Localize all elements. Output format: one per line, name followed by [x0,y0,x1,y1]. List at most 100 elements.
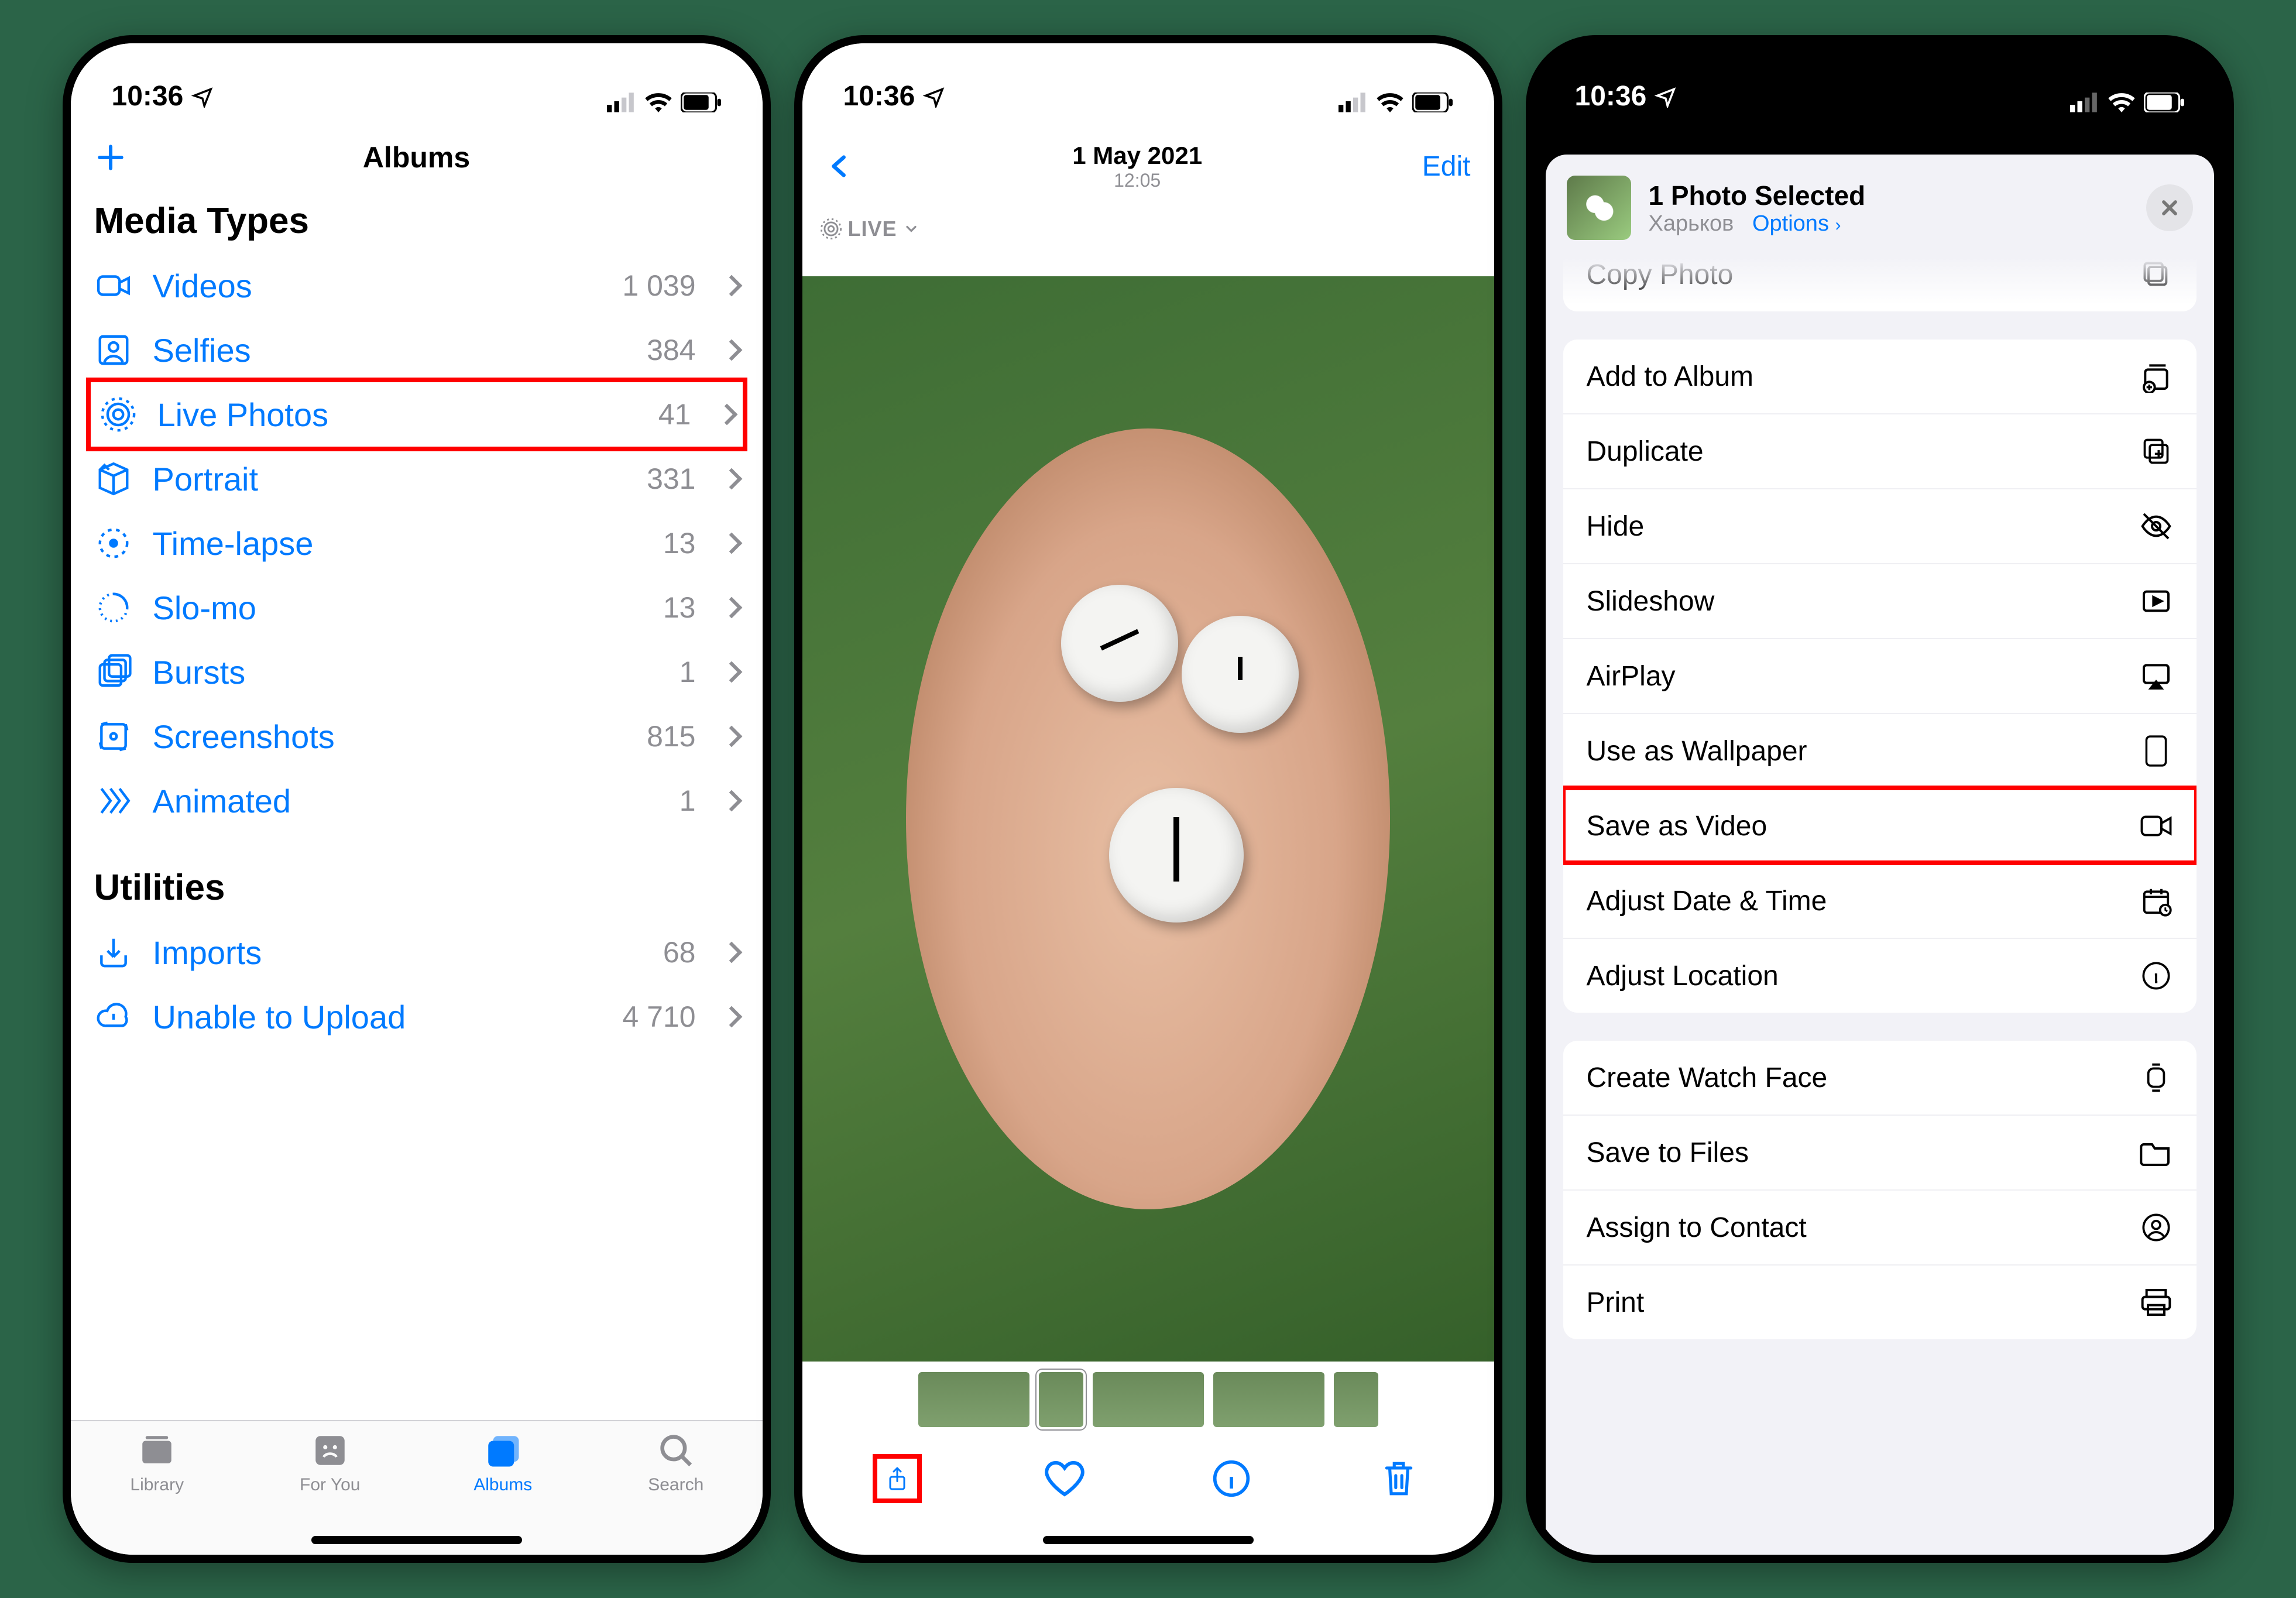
share-row-watch-face[interactable]: Create Watch Face [1563,1041,2197,1115]
trash-icon [1381,1458,1417,1500]
video-icon [2139,811,2173,841]
share-row-save-as-video[interactable]: Save as Video [1563,788,2197,863]
favorite-button[interactable] [1040,1454,1089,1503]
share-row-assign-contact[interactable]: Assign to Contact [1563,1189,2197,1264]
home-indicator[interactable] [1043,1536,1254,1544]
for-you-icon [311,1431,349,1470]
share-row-print[interactable]: Print [1563,1264,2197,1339]
share-icon [887,1458,908,1500]
chevron-right-icon [720,533,742,554]
share-row-hide[interactable]: Hide [1563,488,2197,563]
photo-content [906,428,1390,1210]
cellular-icon [607,92,636,112]
chevron-right-icon [720,790,742,812]
media-row-animated[interactable]: Animated 1 [71,769,763,833]
print-icon [2140,1287,2173,1318]
section-media-types: Media Types [71,196,763,253]
photo-viewer[interactable] [802,276,1494,1362]
location-arrow-icon [191,85,214,108]
chevron-right-icon [720,942,742,963]
add-icon[interactable] [94,141,127,174]
status-bar: 10:36 [1534,43,2226,119]
media-row-timelapse[interactable]: Time-lapse 13 [71,511,763,575]
media-row-selfies[interactable]: Selfies 384 [71,318,763,382]
contact-icon [2141,1212,2171,1243]
bursts-icon [95,654,132,690]
media-row-portrait[interactable]: Portrait 331 [71,447,763,511]
delete-button[interactable] [1374,1454,1423,1503]
share-row-adjust-location[interactable]: Adjust Location [1563,938,2197,1013]
location-arrow-icon [923,85,945,108]
media-row-live-photos[interactable]: Live Photos 41 [86,378,747,451]
live-badge[interactable]: LIVE [802,213,1494,276]
photo-detail-nav: 1 May 2021 12:05 Edit [802,119,1494,213]
thumb-group[interactable] [1213,1372,1324,1427]
thumbnail-strip[interactable] [802,1362,1494,1438]
watch-icon [2143,1061,2170,1095]
share-sheet-header: 1 Photo Selected Харьков Options › [1546,155,2214,258]
media-row-bursts[interactable]: Bursts 1 [71,640,763,704]
albums-nav-bar: Albums [71,119,763,196]
selfie-icon [95,332,132,368]
utilities-list: Imports 68 Unable to Upload 4 710 [71,920,763,1049]
share-row-save-files[interactable]: Save to Files [1563,1115,2197,1189]
thumb-group[interactable] [918,1372,1029,1427]
calendar-icon [2140,885,2172,917]
media-row-slomo[interactable]: Slo-mo 13 [71,575,763,640]
folder-icon [2140,1138,2173,1167]
status-time: 10:36 [843,80,915,112]
location-info-icon [2141,961,2171,991]
chevron-right-icon [716,404,737,426]
utility-row-unable-upload[interactable]: Unable to Upload 4 710 [71,985,763,1049]
tab-library[interactable]: Library [71,1429,244,1514]
info-icon [1212,1459,1251,1498]
share-row-copy-photo[interactable]: Copy Photo [1563,258,2197,311]
share-row-duplicate[interactable]: Duplicate [1563,413,2197,488]
share-row-add-to-album[interactable]: Add to Album [1563,340,2197,413]
portrait-icon [95,461,132,497]
share-button[interactable] [873,1454,922,1503]
home-indicator[interactable] [311,1536,522,1544]
battery-icon [1412,92,1453,112]
share-group-b: Create Watch Face Save to Files Assign t… [1563,1041,2197,1339]
chevron-right-icon [720,597,742,619]
share-row-airplay[interactable]: AirPlay [1563,638,2197,713]
screenshots-icon [95,718,132,755]
library-icon [138,1431,176,1470]
share-row-wallpaper[interactable]: Use as Wallpaper [1563,713,2197,788]
selected-photo-thumb [1567,176,1631,240]
chevron-right-icon [720,726,742,747]
phone-photo-detail: 10:36 1 May 2021 12:05 Edit LIVE [794,35,1502,1563]
share-options-link[interactable]: Options › [1752,211,1841,236]
phone-albums: 10:36 Albums Media Types Videos 1 039 Se… [63,35,771,1563]
info-button[interactable] [1207,1454,1256,1503]
tab-for-you[interactable]: For You [243,1429,417,1514]
tab-search[interactable]: Search [589,1429,763,1514]
utility-row-imports[interactable]: Imports 68 [71,920,763,985]
thumb-active[interactable] [1039,1372,1083,1427]
live-icon [820,218,842,240]
albums-icon [483,1431,522,1470]
share-row-slideshow[interactable]: Slideshow [1563,563,2197,638]
search-icon [657,1431,695,1470]
thumb-single[interactable] [1334,1372,1378,1427]
media-row-screenshots[interactable]: Screenshots 815 [71,704,763,769]
chevron-right-icon [720,340,742,361]
close-button[interactable] [2146,184,2193,231]
status-time: 10:36 [112,80,184,112]
chevron-right-icon [720,1006,742,1028]
photo-date-header: 1 May 2021 12:05 [853,142,1422,191]
media-row-videos[interactable]: Videos 1 039 [71,253,763,318]
back-button[interactable] [826,149,853,184]
chevron-right-icon [720,661,742,683]
thumb-group[interactable] [1093,1372,1204,1427]
heart-icon [1044,1458,1086,1500]
edit-button[interactable]: Edit [1422,150,1471,183]
status-bar: 10:36 [71,43,763,119]
share-row-adjust-date[interactable]: Adjust Date & Time [1563,863,2197,938]
video-icon [95,268,132,304]
nav-title: Albums [147,140,687,174]
share-sheet-body[interactable]: Copy Photo Add to Album Duplicate Hide S… [1546,258,2214,1555]
battery-icon [2144,92,2185,112]
tab-albums[interactable]: Albums [417,1429,590,1514]
